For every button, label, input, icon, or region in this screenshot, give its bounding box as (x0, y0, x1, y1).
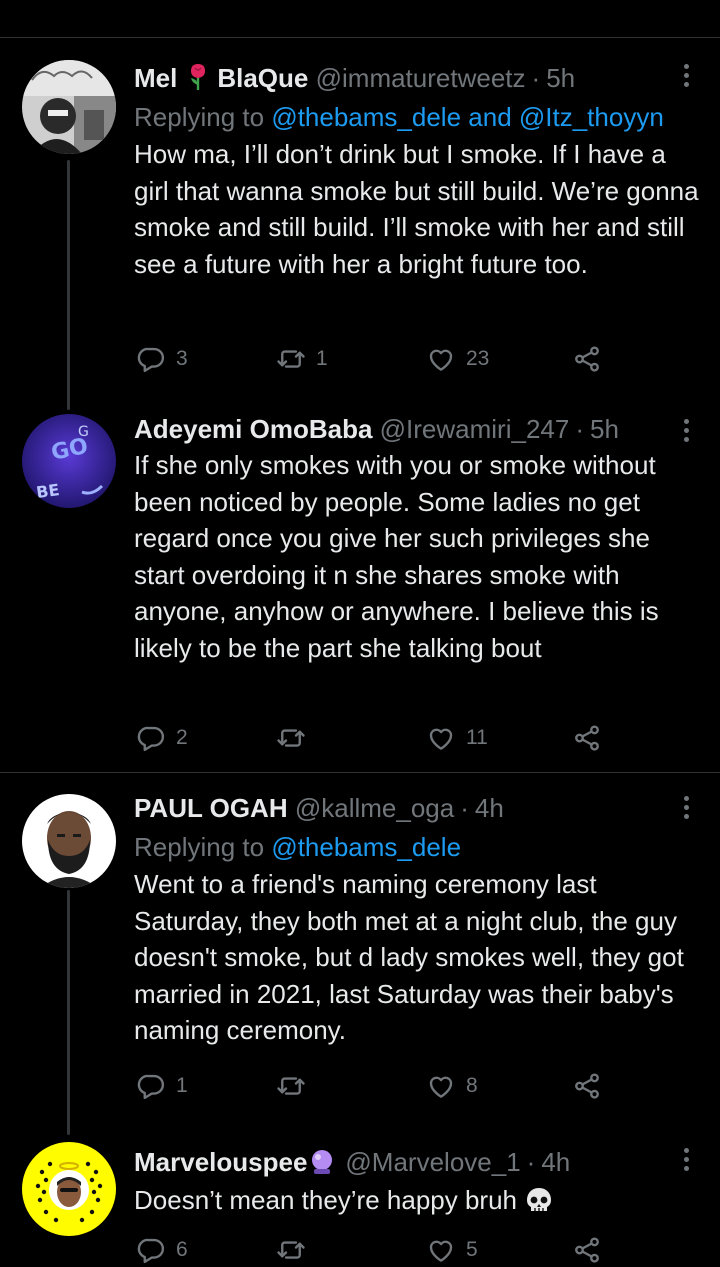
share-icon (572, 723, 602, 753)
tweet-actions: 1 8 (134, 1069, 614, 1103)
share-icon (572, 344, 602, 374)
tweet-actions: 2 11 (134, 721, 614, 755)
retweet-button[interactable] (276, 721, 316, 755)
like-count: 23 (466, 347, 490, 370)
profile-photo-icon (22, 60, 116, 154)
heart-icon (426, 1071, 456, 1101)
replying-to: Replying to @thebams_dele (134, 832, 462, 862)
share-icon (572, 1071, 602, 1101)
tweet-header: Adeyemi OmoBaba @Irewamiri_247 · 5h (134, 414, 619, 444)
reply-button[interactable]: 3 (136, 342, 188, 376)
avatar[interactable] (22, 794, 116, 888)
svg-text:BE: BE (35, 480, 61, 502)
tweet-text: Doesn’t mean they’re happy bruh (134, 1185, 518, 1215)
crystal-ball-emoji-icon (312, 1150, 333, 1174)
like-count: 5 (466, 1238, 478, 1261)
reply-count: 3 (176, 347, 188, 370)
skull-emoji-icon (527, 1188, 552, 1211)
like-button[interactable]: 23 (426, 342, 489, 376)
retweet-icon (276, 1235, 306, 1265)
display-name-suffix[interactable]: BlaQue (217, 63, 308, 93)
timestamp[interactable]: 5h (590, 414, 619, 444)
display-name[interactable]: PAUL OGAH (134, 793, 288, 823)
heart-icon (426, 1235, 456, 1265)
retweet-icon (276, 344, 306, 374)
like-button[interactable]: 8 (426, 1069, 478, 1103)
reply-icon (136, 344, 166, 374)
tweet-text-row: Doesn’t mean they’re happy bruh (134, 1182, 704, 1219)
share-button[interactable] (572, 1069, 612, 1103)
share-button[interactable] (572, 1233, 612, 1267)
timestamp[interactable]: 4h (541, 1147, 570, 1177)
graffiti-avatar-icon: GO BE G (22, 414, 116, 508)
timestamp[interactable]: 4h (475, 793, 504, 823)
retweet-button[interactable]: 1 (276, 342, 328, 376)
reply-count: 2 (176, 726, 188, 749)
timestamp[interactable]: 5h (546, 63, 575, 93)
tweet-header: PAUL OGAH @kallme_oga · 4h (134, 793, 504, 823)
display-name[interactable]: Mel (134, 63, 177, 93)
retweet-icon (276, 1071, 306, 1101)
reply-icon (136, 1235, 166, 1265)
tweet-header: Marvelouspee @Marvelove_1 · 4h (134, 1147, 571, 1177)
reply-button[interactable]: 1 (136, 1069, 188, 1103)
heart-icon (426, 723, 456, 753)
reply-mentions-link[interactable]: @thebams_dele and @Itz_thoyyn (271, 102, 663, 132)
tweet-header: Mel BlaQue @immaturetweetz · 5h (134, 63, 576, 93)
snapcode-avatar-icon (22, 1142, 116, 1236)
reply-button[interactable]: 2 (136, 721, 188, 755)
retweet-button[interactable] (276, 1233, 316, 1267)
reply-icon (136, 1071, 166, 1101)
user-handle[interactable]: @Irewamiri_247 (380, 414, 570, 444)
user-handle[interactable]: @kallme_oga (295, 793, 454, 823)
reply-icon (136, 723, 166, 753)
tweet-text: How ma, I’ll don’t drink but I smoke. If… (134, 139, 699, 279)
avatar[interactable] (22, 1142, 116, 1236)
share-button[interactable] (572, 721, 612, 755)
tweet-text: If she only smokes with you or smoke wit… (134, 450, 659, 663)
like-count: 11 (466, 726, 488, 749)
retweet-icon (276, 723, 306, 753)
top-divider (0, 37, 720, 38)
thread-connector (67, 890, 70, 1135)
user-handle[interactable]: @immaturetweetz (316, 63, 526, 93)
bearded-man-avatar-icon (22, 794, 116, 888)
share-button[interactable] (572, 342, 612, 376)
svg-text:G: G (78, 424, 89, 440)
avatar[interactable] (22, 60, 116, 154)
tweet-actions: 6 5 (134, 1233, 614, 1267)
rose-emoji-icon (191, 64, 206, 90)
display-name[interactable]: Adeyemi OmoBaba (134, 414, 372, 444)
tweet-text: Went to a friend's naming ceremony last … (134, 869, 684, 1045)
tweet-actions: 3 1 23 (134, 342, 614, 376)
heart-icon (426, 344, 456, 374)
reply-count: 1 (176, 1074, 188, 1097)
like-count: 8 (466, 1074, 478, 1097)
retweet-button[interactable] (276, 1069, 316, 1103)
conversation-divider (0, 772, 720, 773)
avatar[interactable]: GO BE G (22, 414, 116, 508)
reply-button[interactable]: 6 (136, 1233, 188, 1267)
like-button[interactable]: 11 (426, 721, 488, 755)
user-handle[interactable]: @Marvelove_1 (345, 1147, 520, 1177)
like-button[interactable]: 5 (426, 1233, 478, 1267)
reply-count: 6 (176, 1238, 188, 1261)
display-name[interactable]: Marvelouspee (134, 1147, 307, 1177)
replying-to: Replying to @thebams_dele and @Itz_thoyy… (134, 102, 664, 132)
share-icon (572, 1235, 602, 1265)
reply-mentions-link[interactable]: @thebams_dele (271, 832, 461, 862)
thread-connector (67, 160, 70, 410)
retweet-count: 1 (316, 347, 328, 370)
